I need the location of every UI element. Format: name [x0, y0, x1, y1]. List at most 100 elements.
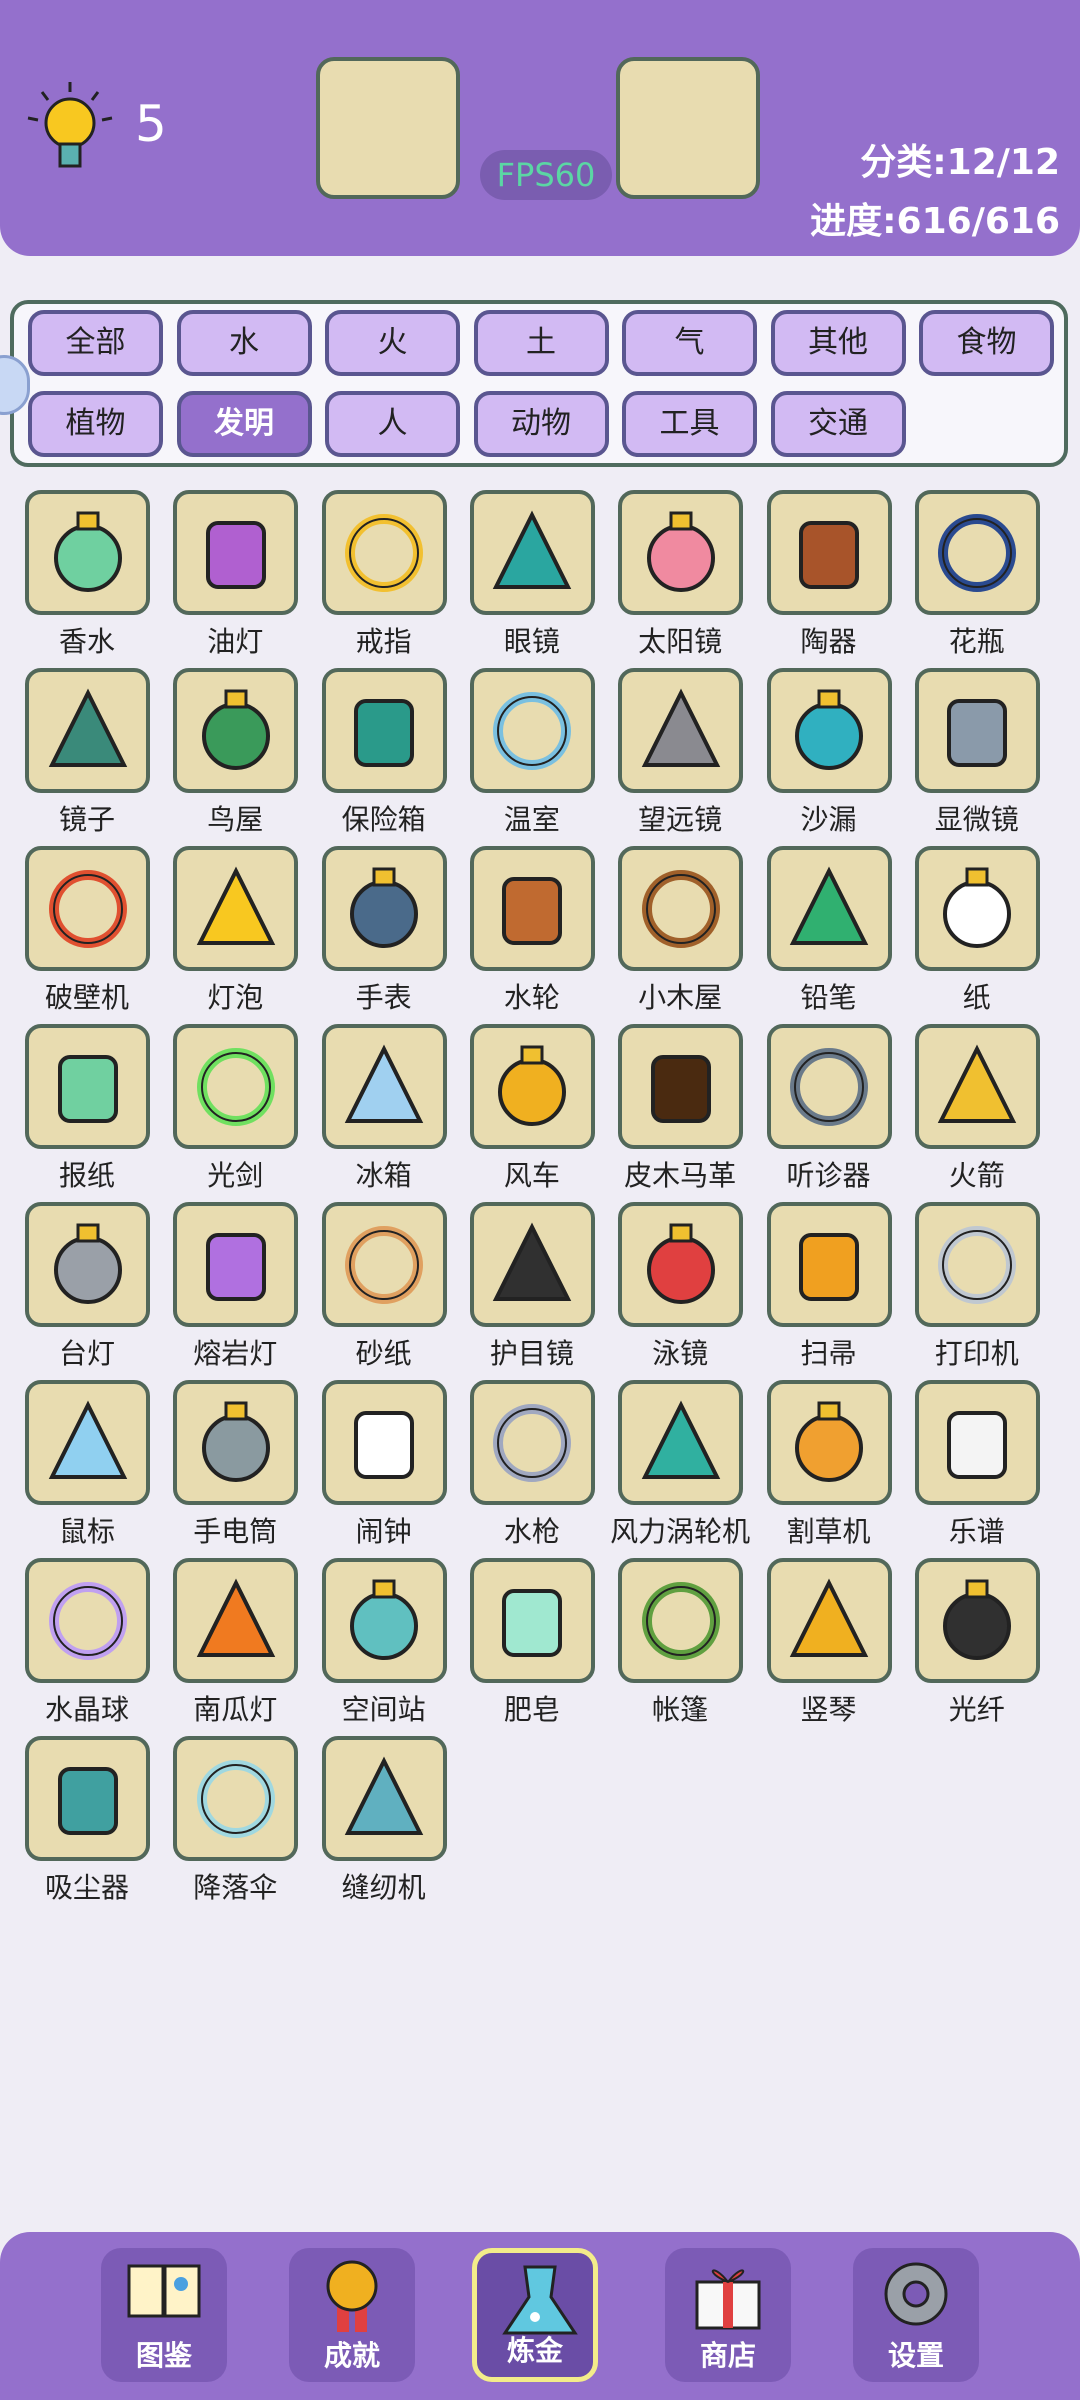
element-card[interactable]: 皮木马革 [606, 1024, 754, 1204]
element-card[interactable]: 光纤 [903, 1558, 1051, 1738]
element-card[interactable]: 护目镜 [458, 1202, 606, 1382]
fiber-optic-icon[interactable] [914, 1558, 1040, 1683]
element-card[interactable]: 戒指 [310, 490, 458, 670]
soap-icon[interactable] [469, 1558, 595, 1683]
leather-icon[interactable] [618, 1024, 744, 1149]
element-card[interactable]: 台灯 [13, 1202, 161, 1382]
element-card[interactable]: 镜子 [13, 668, 161, 848]
category-tab[interactable]: 全部 [28, 310, 163, 376]
element-card[interactable]: 空间站 [310, 1558, 458, 1738]
nav-gift[interactable]: 商店 [665, 2248, 791, 2382]
element-card[interactable]: 小木屋 [606, 846, 754, 1026]
newspaper-icon[interactable] [25, 1024, 150, 1149]
nav-gear[interactable]: 设置 [853, 2248, 979, 2382]
parachute-icon[interactable] [173, 1736, 299, 1861]
element-card[interactable]: 沙漏 [755, 668, 903, 848]
birdhouse-icon[interactable] [173, 668, 299, 793]
element-card[interactable]: 铅笔 [755, 846, 903, 1026]
category-tab[interactable]: 交通 [770, 391, 906, 457]
element-card[interactable]: 帐篷 [606, 1558, 754, 1738]
element-card[interactable]: 手表 [310, 846, 458, 1026]
element-card[interactable]: 眼镜 [458, 490, 606, 670]
mirror-icon[interactable] [25, 668, 150, 793]
element-card[interactable]: 割草机 [755, 1380, 903, 1560]
element-card[interactable]: 冰箱 [310, 1024, 458, 1204]
mouse-icon[interactable] [25, 1380, 150, 1505]
blender-icon[interactable] [25, 846, 150, 971]
water-wheel-icon[interactable] [469, 846, 595, 971]
category-tab[interactable]: 食物 [919, 310, 1054, 376]
crystal-ball-icon[interactable] [25, 1558, 150, 1683]
element-card[interactable]: 竖琴 [755, 1558, 903, 1738]
element-card[interactable]: 肥皂 [458, 1558, 606, 1738]
element-card[interactable]: 乐谱 [903, 1380, 1051, 1560]
flashlight-icon[interactable] [173, 1380, 299, 1505]
jack-o-lantern-icon[interactable] [173, 1558, 299, 1683]
nav-flask[interactable]: 炼金 [472, 2248, 598, 2382]
element-card[interactable]: 火箭 [903, 1024, 1051, 1204]
element-card[interactable]: 风力涡轮机 [606, 1380, 754, 1560]
element-card[interactable]: 陶器 [755, 490, 903, 670]
stethoscope-icon[interactable] [766, 1024, 892, 1149]
category-tab[interactable]: 水 [176, 310, 312, 376]
element-card[interactable]: 纸 [903, 846, 1051, 1026]
element-card[interactable]: 鼠标 [13, 1380, 161, 1560]
element-card[interactable]: 泳镜 [606, 1202, 754, 1382]
lawn-mower-icon[interactable] [766, 1380, 892, 1505]
lava-lamp-icon[interactable] [173, 1202, 299, 1327]
category-tab[interactable]: 土 [473, 310, 609, 376]
telescope-icon[interactable] [618, 668, 744, 793]
printer-icon[interactable] [914, 1202, 1040, 1327]
tent-icon[interactable] [618, 1558, 744, 1683]
sewing-machine-icon[interactable] [321, 1736, 447, 1861]
element-card[interactable]: 显微镜 [903, 668, 1051, 848]
element-card[interactable]: 香水 [13, 490, 161, 670]
category-tab[interactable]: 发明 [176, 391, 312, 457]
element-card[interactable]: 水轮 [458, 846, 606, 1026]
perfume-icon[interactable] [25, 490, 150, 615]
element-card[interactable]: 太阳镜 [606, 490, 754, 670]
element-card[interactable]: 油灯 [161, 490, 309, 670]
element-card[interactable]: 听诊器 [755, 1024, 903, 1204]
sandpaper-icon[interactable] [321, 1202, 447, 1327]
element-card[interactable]: 光剑 [161, 1024, 309, 1204]
element-card[interactable]: 报纸 [13, 1024, 161, 1204]
nav-book[interactable]: 图鉴 [101, 2248, 227, 2382]
harp-icon[interactable] [766, 1558, 892, 1683]
element-card[interactable]: 熔岩灯 [161, 1202, 309, 1382]
microscope-icon[interactable] [914, 668, 1040, 793]
category-tab[interactable]: 火 [325, 310, 460, 376]
swim-goggles-icon[interactable] [618, 1202, 744, 1327]
water-gun-icon[interactable] [469, 1380, 595, 1505]
wind-turbine-icon[interactable] [618, 1380, 744, 1505]
element-card[interactable]: 望远镜 [606, 668, 754, 848]
vacuum-icon[interactable] [25, 1736, 150, 1861]
element-card[interactable]: 砂纸 [310, 1202, 458, 1382]
element-card[interactable]: 打印机 [903, 1202, 1051, 1382]
ring-icon[interactable] [321, 490, 447, 615]
element-card[interactable]: 吸尘器 [13, 1736, 161, 1916]
element-card[interactable]: 南瓜灯 [161, 1558, 309, 1738]
alarm-clock-icon[interactable] [321, 1380, 447, 1505]
element-card[interactable]: 破壁机 [13, 846, 161, 1026]
oil-lamp-icon[interactable] [173, 490, 299, 615]
element-card[interactable]: 缝纫机 [310, 1736, 458, 1916]
category-tab[interactable]: 植物 [28, 391, 163, 457]
watch-icon[interactable] [321, 846, 447, 971]
nav-medal[interactable]: 成就 [289, 2248, 415, 2382]
glasses-icon[interactable] [469, 490, 595, 615]
element-card[interactable]: 鸟屋 [161, 668, 309, 848]
fridge-icon[interactable] [321, 1024, 447, 1149]
desk-lamp-icon[interactable] [25, 1202, 150, 1327]
element-card[interactable]: 温室 [458, 668, 606, 848]
hint-bulb-icon[interactable] [20, 78, 120, 178]
element-card[interactable]: 灯泡 [161, 846, 309, 1026]
lightsaber-icon[interactable] [173, 1024, 299, 1149]
element-card[interactable]: 手电筒 [161, 1380, 309, 1560]
category-tab[interactable]: 动物 [473, 391, 609, 457]
windmill-icon[interactable] [469, 1024, 595, 1149]
sunglasses-icon[interactable] [618, 490, 744, 615]
element-card[interactable]: 扫帚 [755, 1202, 903, 1382]
category-tab[interactable]: 其他 [770, 310, 906, 376]
combine-slot-right[interactable] [616, 57, 760, 199]
